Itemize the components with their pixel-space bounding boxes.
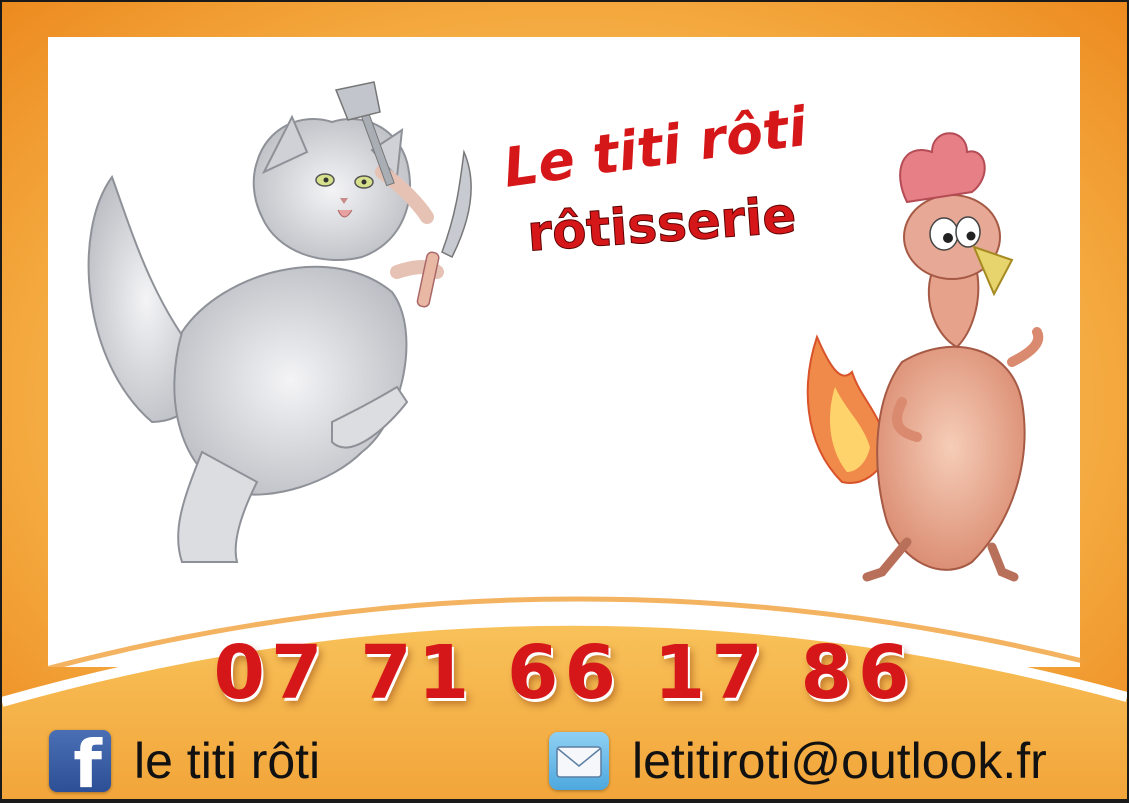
- phone-number: 07 71 66 17 86: [213, 630, 916, 716]
- business-card: Le titi rôti rôtisserie 07 71 66 17 86 f…: [2, 2, 1127, 799]
- email-label: letitiroti@outlook.fr: [632, 733, 1047, 789]
- facebook-label: le titi rôti: [134, 733, 321, 789]
- brand-subtitle: rôtisserie: [525, 186, 798, 263]
- mail-icon: [549, 732, 609, 790]
- brand-name: Le titi rôti: [500, 95, 813, 200]
- facebook-icon: f: [49, 730, 111, 798]
- cat-illustration: [87, 81, 472, 563]
- chicken-illustration: [806, 132, 1044, 582]
- knife-icon: [416, 149, 472, 308]
- flame-icon: [806, 334, 889, 484]
